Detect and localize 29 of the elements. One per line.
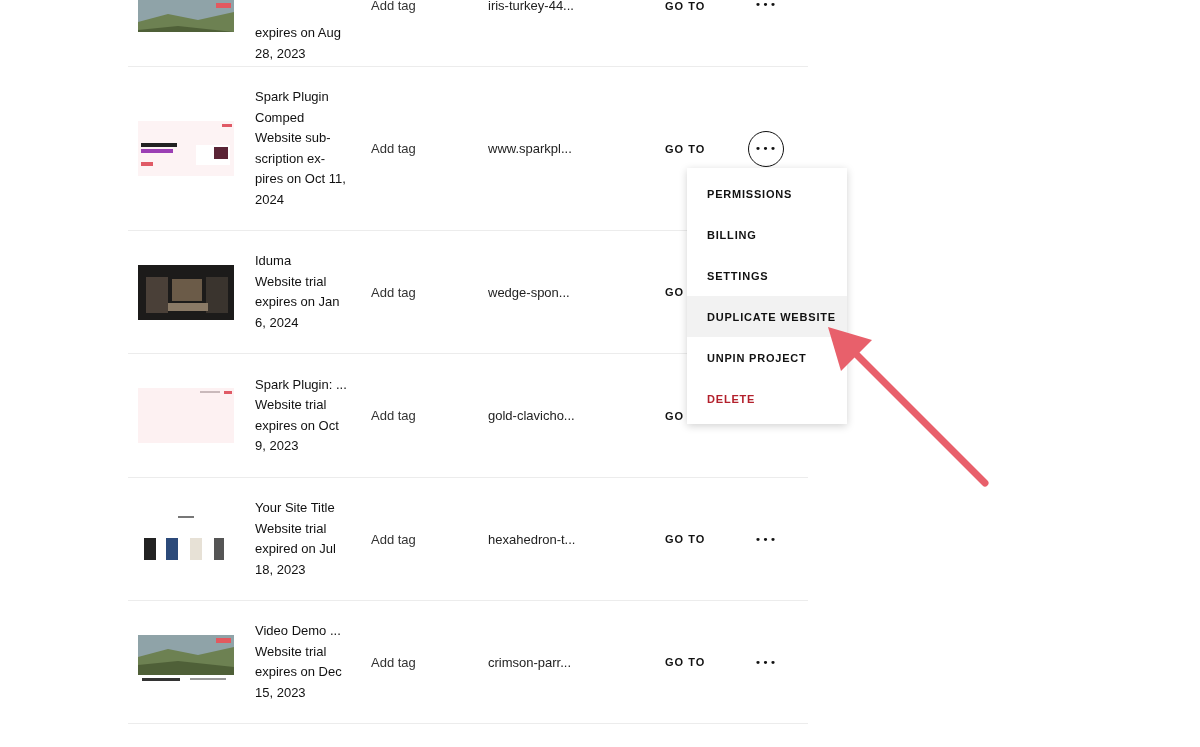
menu-item[interactable]: SETTINGS — [687, 255, 847, 296]
add-tag-link[interactable]: Add tag — [371, 531, 488, 547]
more-options-button[interactable]: ••• — [748, 130, 784, 167]
site-url: crimson-parr... — [488, 654, 573, 670]
menu-item[interactable]: PERMISSIONS — [687, 173, 847, 214]
add-tag-link[interactable]: Add tag — [371, 284, 488, 300]
site-url: wedge-spon... — [488, 284, 571, 300]
site-name: Iduma Website trial expires on Jan 6, 2024 — [255, 252, 341, 332]
add-tag-link[interactable]: Add tag — [371, 0, 488, 13]
add-tag-link[interactable]: Add tag — [371, 408, 488, 423]
site-url: gold-clavicho... — [488, 408, 576, 423]
menu-item[interactable]: DELETE — [687, 378, 847, 419]
go-to-link[interactable]: GO TO — [665, 0, 748, 12]
go-to-link[interactable]: GO TO — [665, 656, 748, 668]
menu-item[interactable]: BILLING — [687, 214, 847, 255]
add-tag-link[interactable]: Add tag — [371, 654, 488, 670]
go-to-link[interactable]: GO TO — [665, 142, 748, 155]
add-tag-link[interactable]: Add tag — [371, 141, 488, 156]
site-name: Your Site Title Website trial expired on Jul 18, 2023 — [255, 499, 337, 579]
menu-item[interactable]: UNPIN PROJECT — [687, 337, 847, 378]
site-name: expires on Aug 28, 2023 — [255, 24, 342, 63]
site-name: Video Demo ... Website trial expires on Dec 15, 2023 — [255, 622, 343, 702]
site-name: Spark Plugin: ... Website trial expires on Oct 9, 2023 — [255, 375, 348, 455]
menu-item[interactable]: DUPLICATE WEBSITE — [687, 296, 847, 337]
site-url: www.sparkpl... — [488, 141, 573, 156]
site-url: hexahedron-t... — [488, 531, 577, 547]
site-name: Spark Plugin Comped Website sub-scription ex-pires on Oct 11, 2024 — [255, 88, 347, 209]
site-url: iris-turkey-44... — [488, 0, 575, 13]
go-to-link[interactable]: GO TO — [665, 533, 748, 545]
